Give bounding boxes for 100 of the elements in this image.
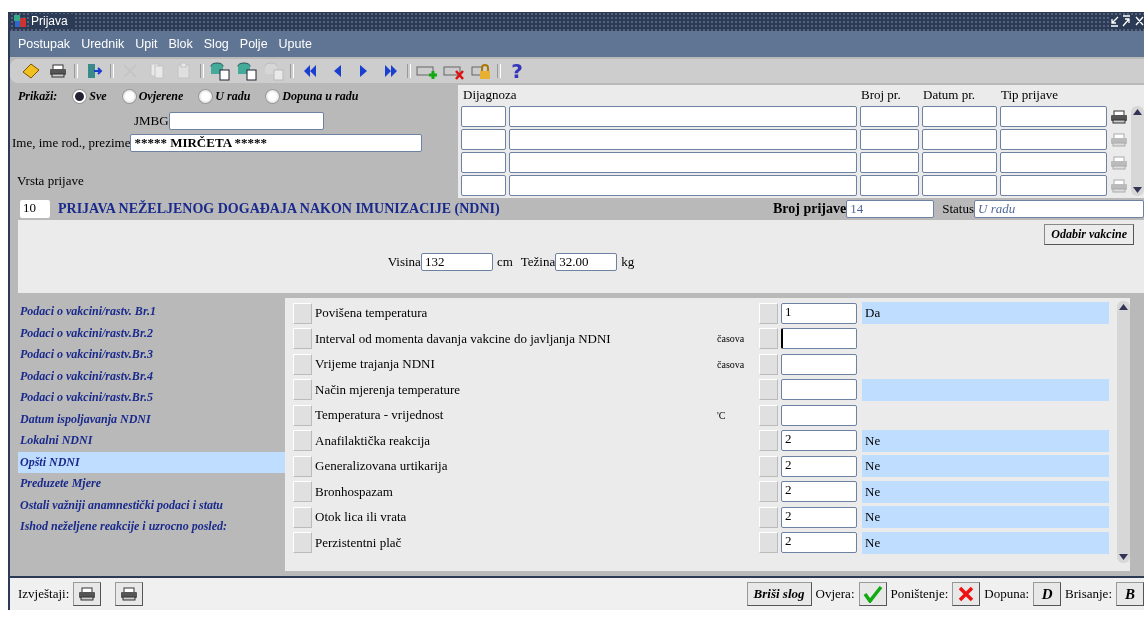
unit-label: časova — [717, 333, 746, 345]
value-field[interactable] — [781, 328, 857, 350]
toolbar-button[interactable] — [236, 60, 258, 83]
report-date-field[interactable] — [922, 152, 997, 174]
menu-item[interactable]: Polje — [239, 36, 268, 51]
diagnosis-code-field[interactable] — [461, 152, 506, 174]
report-date-field[interactable] — [922, 175, 997, 197]
jmbg-field[interactable] — [168, 112, 324, 131]
filter-option[interactable]: Sve — [73, 89, 107, 105]
window-controls-icon[interactable] — [1110, 15, 1144, 28]
filter-label: Prikaži: — [18, 89, 58, 105]
section-item[interactable]: Podaci o vakcini/rastv.Br.5 — [18, 387, 285, 409]
delete-button[interactable]: B — [1116, 582, 1144, 607]
report-number-field[interactable]: 14 — [846, 199, 935, 218]
menu-item[interactable]: Urednik — [81, 36, 125, 51]
name-label: Ime, ime rod., prezime — [12, 135, 131, 152]
diagnosis-field[interactable] — [509, 129, 857, 151]
section-item[interactable]: Preduzete Mjere — [18, 473, 285, 495]
report-type-field[interactable] — [1000, 106, 1107, 128]
scroll-down-icon[interactable] — [1119, 554, 1128, 561]
scrollbar[interactable] — [1117, 301, 1130, 564]
status-select[interactable]: U radu — [974, 199, 1144, 218]
scroll-up-icon[interactable] — [1119, 304, 1128, 311]
report-type-field[interactable] — [1000, 175, 1107, 197]
diagnosis-code-field[interactable] — [461, 129, 506, 151]
description-field: Ne — [862, 506, 1109, 529]
menu-item[interactable]: Upit — [135, 36, 158, 51]
scroll-down-icon[interactable] — [1133, 187, 1142, 194]
report-type-field[interactable] — [1000, 129, 1107, 151]
section-item[interactable]: Podaci o vakcini/rastv. Br.1 — [18, 301, 285, 323]
symptom-label: Perzistentni plač — [315, 534, 403, 551]
menu-item[interactable]: Postupak — [18, 36, 71, 51]
symptom-label: Bronhospazam — [315, 483, 394, 500]
toolbar-button[interactable] — [209, 60, 231, 83]
scroll-up-icon[interactable] — [1133, 109, 1142, 116]
report-type-code-field[interactable]: 10 — [20, 199, 50, 218]
weight-field[interactable]: 32.00 — [555, 252, 618, 271]
diagnosis-field[interactable] — [509, 106, 857, 128]
diagnosis-field[interactable] — [509, 152, 857, 174]
report-number-field[interactable] — [860, 106, 919, 128]
value-field[interactable]: 2 — [781, 481, 857, 503]
section-item[interactable]: Podaci o vakcini/rastv.Br.2 — [18, 322, 285, 345]
symptom-label: Povišena temperatura — [315, 305, 429, 322]
filter-option[interactable]: U radu — [199, 89, 251, 105]
section-item[interactable]: Ishod neželjene reakcije i uzrocno posled: — [18, 516, 285, 538]
database-query-icon — [263, 61, 285, 82]
value-field[interactable]: 2 — [781, 532, 857, 554]
copy-icon — [149, 62, 165, 81]
printer-icon — [1110, 178, 1128, 193]
window-title: Prijava — [31, 14, 74, 29]
help-button[interactable]: ? — [506, 60, 528, 83]
section-item[interactable]: Datum ispoljavanja NDNI — [18, 408, 285, 431]
section-item[interactable]: Podaci o vakcini/rastv.Br.3 — [18, 344, 285, 366]
delete-label: Brisanje: — [1065, 586, 1112, 603]
menu-item[interactable]: Blok — [168, 36, 193, 51]
filter-option[interactable]: Ovjerene — [122, 89, 184, 105]
report-type-field[interactable] — [1000, 152, 1107, 174]
diagnosis-code-field[interactable] — [461, 175, 506, 197]
name-field[interactable]: ***** MIRČETA ***** — [130, 134, 423, 153]
report-date-field[interactable] — [922, 106, 997, 128]
height-field[interactable]: 132 — [420, 252, 493, 271]
scrollbar[interactable] — [1131, 106, 1144, 197]
value-field[interactable]: 2 — [781, 455, 857, 477]
weight-label: Težina — [520, 253, 556, 270]
cancel-button[interactable] — [952, 582, 981, 607]
verify-button[interactable] — [858, 582, 887, 607]
report-number-field[interactable] — [860, 129, 919, 151]
delete-record-button[interactable]: Briši slog — [746, 582, 812, 607]
print-report-button[interactable] — [115, 582, 144, 607]
value-field[interactable]: 1 — [781, 302, 857, 324]
description-field: Ne — [862, 531, 1109, 554]
value-field[interactable]: 2 — [781, 430, 857, 452]
report-number-field[interactable] — [860, 175, 919, 197]
door-arrow-icon — [85, 62, 103, 81]
vaccine-select-button[interactable]: Odabir vakcine — [1044, 223, 1134, 245]
database-query-icon — [209, 61, 231, 82]
description-field: Ne — [862, 455, 1109, 478]
diagnosis-code-field[interactable] — [461, 106, 506, 128]
section-item[interactable]: Podaci o vakcini/rastv.Br.4 — [18, 365, 285, 388]
value-field[interactable]: 2 — [781, 506, 857, 528]
supplement-button[interactable]: D — [1033, 582, 1062, 607]
menu-item[interactable]: Slog — [203, 36, 229, 51]
diagnosis-field[interactable] — [509, 175, 857, 197]
value-field[interactable] — [781, 353, 857, 375]
value-field[interactable] — [781, 379, 857, 401]
section-item[interactable]: Lokalni NDNI — [18, 430, 285, 452]
double-right-arrow-icon — [383, 63, 399, 80]
report-date-field[interactable] — [922, 129, 997, 151]
section-item[interactable]: Opšti NDNI — [18, 451, 285, 474]
report-number-label: Broj prijave — [772, 200, 847, 217]
jmbg-label: JMBG — [134, 113, 169, 130]
reports-label: Izvještaji: — [18, 586, 70, 603]
report-number-field[interactable] — [860, 152, 919, 174]
menu-item[interactable]: Upute — [278, 36, 312, 51]
section-item[interactable]: Ostali važniji anamnestički podaci i statu — [18, 494, 285, 517]
value-field[interactable] — [781, 404, 857, 426]
print-report-button[interactable] — [73, 582, 102, 607]
filter-option[interactable]: Dopuna u radu — [266, 89, 359, 105]
column-header: Datum pr. — [923, 87, 976, 104]
description-field: Da — [862, 302, 1109, 325]
